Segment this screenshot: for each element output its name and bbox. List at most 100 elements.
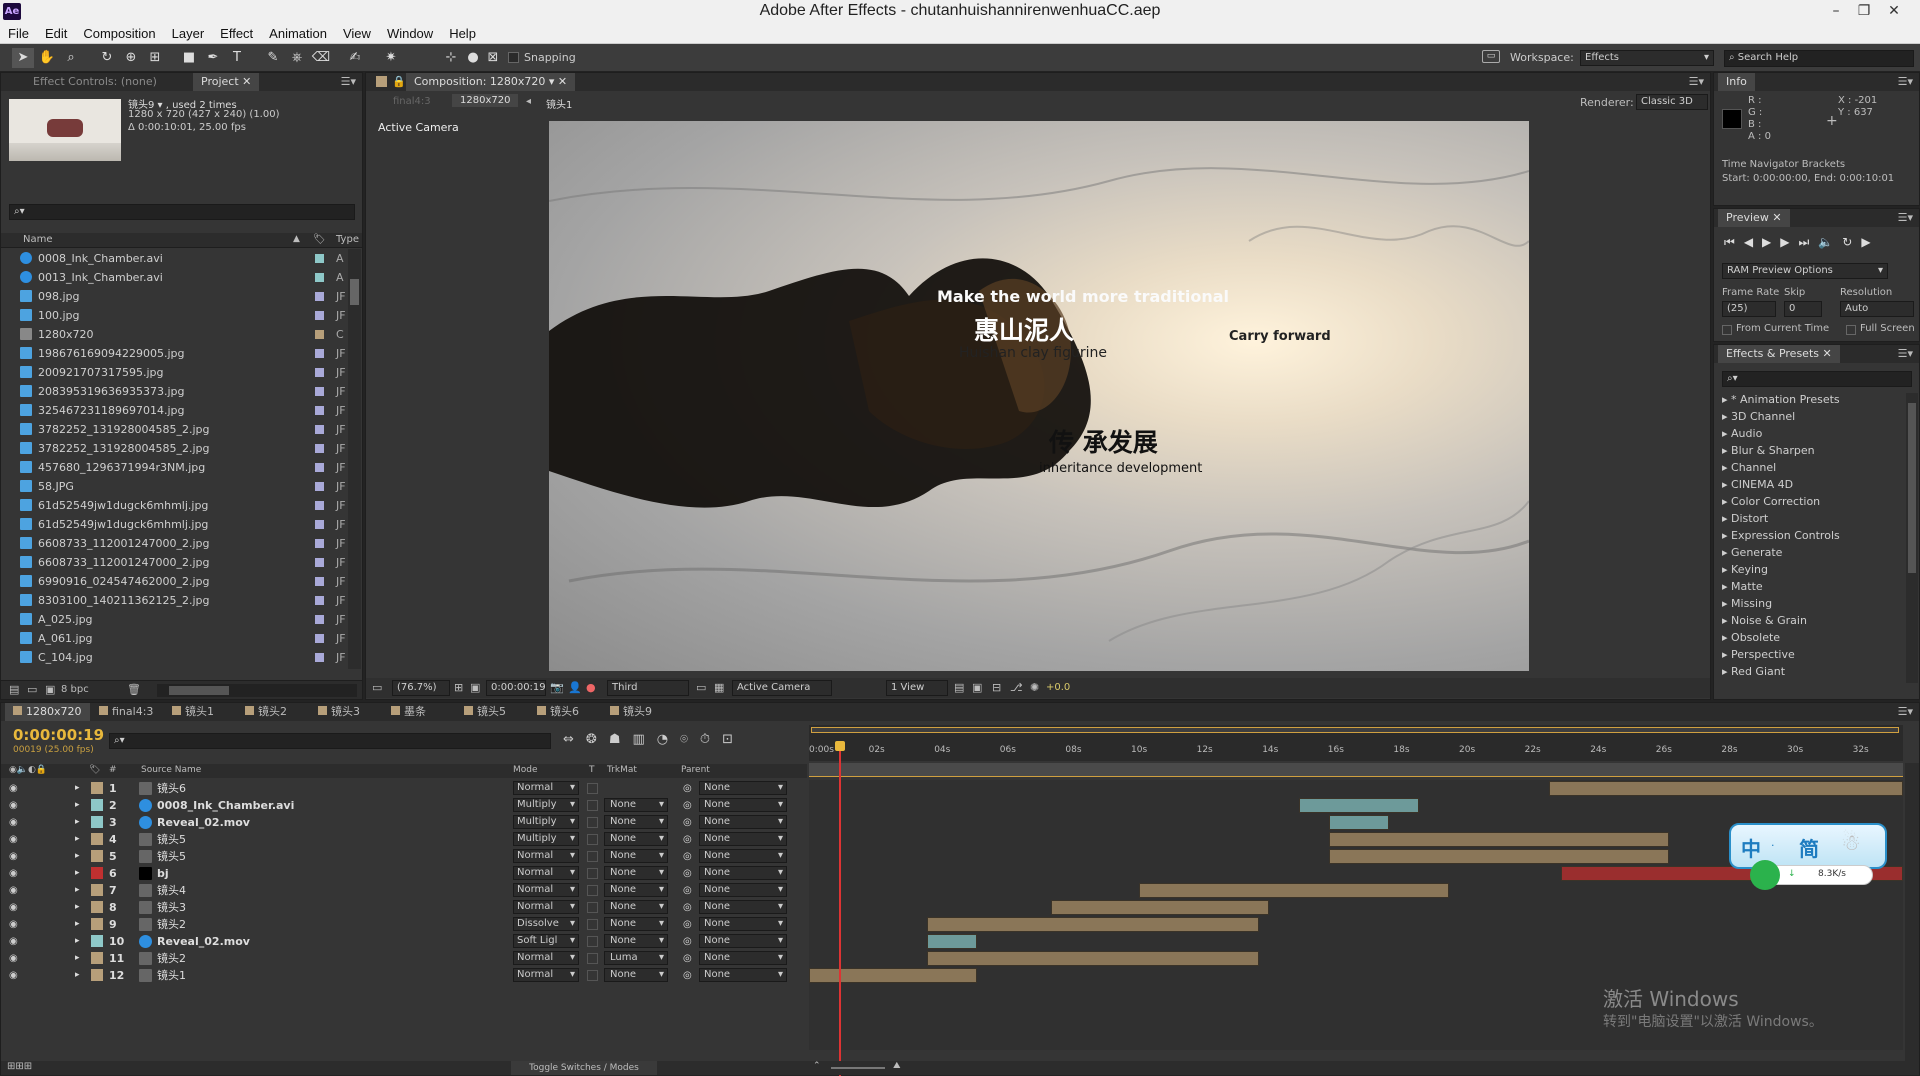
effects-category[interactable]: ▸ Generate xyxy=(1722,544,1782,561)
preserve-transparency-checkbox[interactable] xyxy=(587,817,598,828)
breadcrumb-next[interactable]: 镜头1 xyxy=(546,96,572,111)
parent-pickwhip-icon[interactable]: ◎ xyxy=(683,865,692,882)
parent-pickwhip-icon[interactable]: ◎ xyxy=(683,933,692,950)
visibility-eye-icon[interactable]: ◉ xyxy=(9,814,18,831)
project-file-row[interactable]: 325467231189697014.jpg JF xyxy=(1,401,348,420)
layer-trkmat-dropdown[interactable]: None ▾ xyxy=(604,832,668,846)
disclosure-triangle-icon[interactable]: ▸ xyxy=(1722,631,1731,644)
layer-trkmat-dropdown[interactable]: None ▾ xyxy=(604,815,668,829)
layer-expand-icon[interactable]: ▸ xyxy=(75,967,80,984)
label-swatch[interactable] xyxy=(315,349,324,358)
resolution-dropdown[interactable]: Third xyxy=(607,680,689,696)
first-frame-icon[interactable]: ⏮ xyxy=(1724,235,1744,249)
label-swatch[interactable] xyxy=(315,558,324,567)
project-file-row[interactable]: 100.jpg JF xyxy=(1,306,348,325)
label-swatch[interactable] xyxy=(315,273,324,282)
visibility-eye-icon[interactable]: ◉ xyxy=(9,882,18,899)
zoom-out-icon[interactable]: ⌃ xyxy=(813,1061,821,1071)
layer-mode-dropdown[interactable]: Normal ▾ xyxy=(513,900,579,914)
fast-previews-icon[interactable]: ▣ xyxy=(972,681,982,694)
panel-menu-icon[interactable]: ☰▾ xyxy=(1898,347,1913,360)
project-file-row[interactable]: A_025.jpg JF xyxy=(1,610,348,629)
disclosure-triangle-icon[interactable]: ▸ xyxy=(1722,478,1731,491)
layer-mode-dropdown[interactable]: Normal ▾ xyxy=(513,781,579,795)
layer-expand-icon[interactable]: ▸ xyxy=(75,814,80,831)
shy-layers-icon[interactable]: ☗ xyxy=(609,732,633,747)
tab-preview[interactable]: Preview ✕ xyxy=(1718,209,1790,227)
view-layout-dropdown[interactable]: 1 View xyxy=(886,680,948,696)
layer-mode-dropdown[interactable]: Dissolve ▾ xyxy=(513,917,579,931)
breadcrumb-current[interactable]: 1280x720 xyxy=(452,94,519,107)
layer-duration-bar[interactable] xyxy=(1329,815,1389,830)
label-swatch[interactable] xyxy=(315,615,324,624)
visibility-eye-icon[interactable]: ◉ xyxy=(9,916,18,933)
effects-scrollbar[interactable] xyxy=(1906,393,1918,683)
lock-icon[interactable]: 🔒 xyxy=(392,75,406,88)
label-swatch[interactable] xyxy=(315,292,324,301)
play-icon[interactable]: ▶ xyxy=(1762,235,1780,249)
visibility-eye-icon[interactable]: ◉ xyxy=(9,831,18,848)
timeline-tab[interactable]: 墨条 xyxy=(383,703,434,721)
rotate-tool-icon[interactable]: ↻ xyxy=(96,48,118,68)
label-swatch[interactable] xyxy=(315,520,324,529)
brush-tool-icon[interactable]: ✎ xyxy=(262,48,284,68)
menu-file[interactable]: File xyxy=(0,24,37,44)
timeline-layer-row[interactable]: ◉ ▸ 6 bj Normal ▾ None ▾ ◎ None ▾ xyxy=(1,865,807,882)
parent-pickwhip-icon[interactable]: ◎ xyxy=(683,814,692,831)
disclosure-triangle-icon[interactable]: ▸ xyxy=(1722,427,1731,440)
label-swatch[interactable] xyxy=(315,482,324,491)
timeline-timecode[interactable]: 0:00:00:19 xyxy=(13,726,104,744)
audio-icon[interactable]: 🔈 xyxy=(1818,235,1842,249)
layer-expand-icon[interactable]: ▸ xyxy=(75,780,80,797)
column-type[interactable]: Type xyxy=(336,234,359,245)
disclosure-triangle-icon[interactable]: ▸ xyxy=(1722,546,1731,559)
column-mode[interactable]: Mode xyxy=(513,765,538,775)
project-file-row[interactable]: 6608733_112001247000_2.jpg JF xyxy=(1,534,348,553)
current-time-field[interactable]: 0:00:00:19 xyxy=(486,680,546,696)
timeline-layer-row[interactable]: ◉ ▸ 8 镜头3 Normal ▾ None ▾ ◎ None ▾ xyxy=(1,899,807,916)
loop-icon[interactable]: ↻ xyxy=(1842,235,1861,249)
parent-pickwhip-icon[interactable]: ◎ xyxy=(683,797,692,814)
layer-parent-dropdown[interactable]: None ▾ xyxy=(699,968,787,982)
project-file-row[interactable]: A_061.jpg JF xyxy=(1,629,348,648)
layer-duration-bar[interactable] xyxy=(1549,781,1903,796)
comp-mini-flowchart-icon[interactable]: ⇔ xyxy=(563,732,586,747)
new-comp-icon[interactable]: ▣ xyxy=(45,683,55,696)
layer-mode-dropdown[interactable]: Normal ▾ xyxy=(513,849,579,863)
layer-trkmat-dropdown[interactable]: None ▾ xyxy=(604,866,668,880)
layer-mode-dropdown[interactable]: Multiply ▾ xyxy=(513,798,579,812)
layer-label-swatch[interactable] xyxy=(91,850,103,862)
column-t[interactable]: T xyxy=(589,765,595,775)
work-area-bar[interactable] xyxy=(809,763,1903,777)
menu-help[interactable]: Help xyxy=(441,24,484,44)
selection-tool-icon[interactable]: ➤ xyxy=(12,48,34,68)
parent-pickwhip-icon[interactable]: ◎ xyxy=(683,848,692,865)
motion-blur-icon[interactable]: ◔ xyxy=(657,732,680,747)
pixel-aspect-icon[interactable]: ▤ xyxy=(954,681,964,694)
project-file-row[interactable]: 208395319636935373.jpg JF xyxy=(1,382,348,401)
timeline-scrollbar[interactable] xyxy=(1905,763,1919,1063)
preserve-transparency-checkbox[interactable] xyxy=(587,868,598,879)
timeline-layer-row[interactable]: ◉ ▸ 10 Reveal_02.mov Soft Ligl ▾ None ▾ ◎ None ▾ xyxy=(1,933,807,950)
timeline-zoom-slider[interactable] xyxy=(831,1067,885,1069)
timeline-layer-row[interactable]: ◉ ▸ 1 镜头6 Normal ▾ ◎ None ▾ xyxy=(1,780,807,797)
time-ruler[interactable]: 0:00s 02s 04s 06s 08s 10s 12s 14s 16s 18s 20s 22s 24… xyxy=(809,741,1903,763)
tab-effect-controls[interactable]: Effect Controls: (none) xyxy=(25,73,165,91)
label-swatch[interactable] xyxy=(315,501,324,510)
layer-trkmat-dropdown[interactable]: None ▾ xyxy=(604,917,668,931)
channel-icon[interactable]: ● xyxy=(586,681,596,694)
layer-source-name[interactable]: 镜头5 xyxy=(157,848,186,865)
visibility-eye-icon[interactable]: ◉ xyxy=(9,933,18,950)
layer-source-name[interactable]: bj xyxy=(157,865,169,882)
timeline-layer-row[interactable]: ◉ ▸ 3 Reveal_02.mov Multiply ▾ None ▾ ◎ None ▾ xyxy=(1,814,807,831)
preserve-transparency-checkbox[interactable] xyxy=(587,953,598,964)
text-tool-icon[interactable]: T xyxy=(226,48,248,68)
brainstorm-icon[interactable]: ⌾ xyxy=(680,732,700,747)
auto-keyframe-icon[interactable]: ⏱ xyxy=(700,732,722,747)
ime-toolbar[interactable]: 中 · 简 ☃ xyxy=(1729,823,1887,869)
preserve-transparency-checkbox[interactable] xyxy=(587,902,598,913)
search-help-input[interactable]: ⌕ Search Help xyxy=(1724,50,1914,67)
snapshot-icon[interactable]: 📷 xyxy=(550,681,564,694)
column-parent[interactable]: Parent xyxy=(681,765,710,775)
view-axis-mode-icon[interactable]: ⊠ xyxy=(482,48,504,68)
